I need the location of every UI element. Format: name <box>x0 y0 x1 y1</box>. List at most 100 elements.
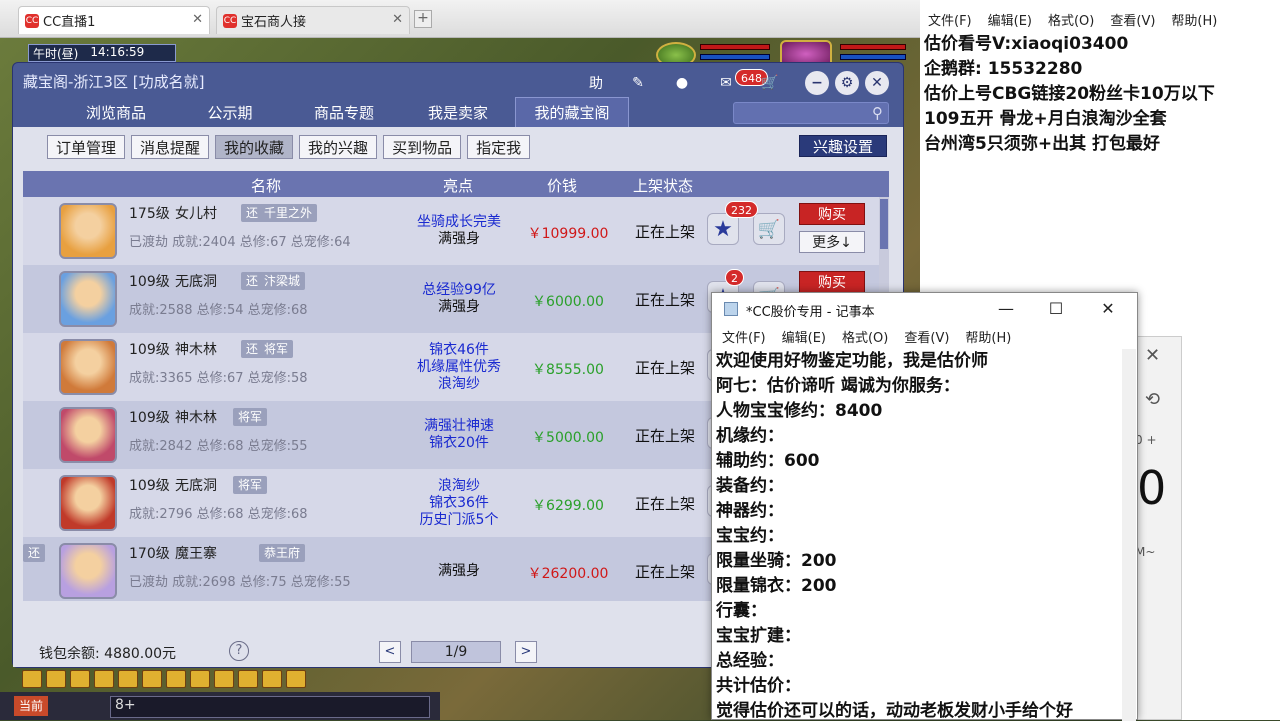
close-icon[interactable]: ✕ <box>1145 345 1160 366</box>
add-to-cart-icon[interactable]: 🛒 <box>753 213 785 245</box>
table-header: 名称 亮点 价钱 上架状态 <box>23 171 889 197</box>
settings-icon[interactable]: ⚙ <box>835 71 859 95</box>
tab-topics[interactable]: 商品专题 <box>287 97 401 127</box>
history-icon[interactable]: ⟲ <box>1145 389 1160 410</box>
memory-label[interactable]: M~ <box>1135 545 1155 559</box>
price: ￥6299.00 <box>532 498 604 514</box>
text-line: 机缘约： <box>716 426 784 446</box>
toolbar-icon[interactable] <box>262 670 282 688</box>
help-icon[interactable]: ? <box>229 641 249 661</box>
menu-edit[interactable]: 编辑(E) <box>782 327 826 346</box>
notepad-text-area[interactable]: 欢迎使用好物鉴定功能，我是估价师 阿七：估价谛听 竭诚为你服务： 人物宝宝修约：84… <box>716 349 1136 721</box>
menu-file[interactable]: 文件(F) <box>928 10 972 29</box>
subtab-orders[interactable]: 订单管理 <box>47 135 126 159</box>
close-button[interactable]: ✕ <box>1088 297 1128 321</box>
menu-view[interactable]: 查看(V) <box>1110 10 1155 29</box>
toolbar-icon[interactable] <box>286 670 306 688</box>
text-line: 台州湾5只须弥+出其 打包最好 <box>924 134 1160 154</box>
prev-page-button[interactable]: < <box>379 641 401 663</box>
character-level: 109级 <box>129 342 170 358</box>
tab-browse[interactable]: 浏览商品 <box>59 97 173 127</box>
search-icon[interactable]: ⚲ <box>872 104 883 122</box>
menu-help[interactable]: 帮助(H) <box>965 327 1011 346</box>
server-tag: 恭王府 <box>259 544 306 562</box>
text-line: 神器约： <box>716 501 784 521</box>
chat-input[interactable]: 8+ <box>110 696 430 718</box>
record-icon[interactable]: ● <box>669 71 695 95</box>
toolbar-icon[interactable] <box>22 670 42 688</box>
toolbar-icon[interactable] <box>142 670 162 688</box>
text-line: 阿七：估价谛听 竭诚为你服务： <box>716 376 960 396</box>
subtab-messages[interactable]: 消息提醒 <box>131 135 210 159</box>
listing-status: 正在上架 <box>634 359 695 377</box>
text-line: 共计估价： <box>716 676 801 696</box>
more-button[interactable]: 更多↓ <box>799 231 865 253</box>
notepad-scrollbar[interactable] <box>1122 349 1136 721</box>
character-avatar[interactable] <box>59 203 117 259</box>
search-input[interactable]: ⚲ <box>733 102 889 124</box>
tab-cc-live[interactable]: CC CC直播1 ✕ <box>18 6 210 34</box>
character-avatar[interactable] <box>59 339 117 395</box>
tab-public[interactable]: 公示期 <box>173 97 287 127</box>
toolbar-icon[interactable] <box>166 670 186 688</box>
character-school: 女儿村 <box>175 206 217 222</box>
menu-view[interactable]: 查看(V) <box>904 327 949 346</box>
toolbar-icon[interactable] <box>46 670 66 688</box>
chat-channel-button[interactable]: 当前 <box>14 696 48 716</box>
toolbar-icon[interactable] <box>214 670 234 688</box>
character-avatar[interactable] <box>59 407 117 463</box>
menu-file[interactable]: 文件(F) <box>722 327 766 346</box>
close-tab-icon[interactable]: ✕ <box>192 12 203 27</box>
menu-help[interactable]: 帮助(H) <box>1171 10 1217 29</box>
pin-icon[interactable]: ✎ <box>625 71 651 95</box>
cart-icon[interactable]: 🛒 <box>757 71 783 95</box>
player-hp-bar <box>840 44 906 50</box>
game-toolbar <box>22 670 306 688</box>
interest-settings-button[interactable]: 兴趣设置 <box>799 135 887 157</box>
notepad-titlebar: *CC股价专用 - 记事本 — ☐ ✕ <box>712 293 1137 325</box>
tab-gem-merchant[interactable]: CC 宝石商人接 ✕ <box>216 6 410 34</box>
text-line: 限量锦衣：200 <box>716 576 837 596</box>
character-school: 魔王寨 <box>175 546 217 562</box>
character-avatar[interactable] <box>59 543 117 599</box>
cc-icon: CC <box>25 13 39 28</box>
menu-format[interactable]: 格式(O) <box>1048 10 1094 29</box>
notepad-window: *CC股价专用 - 记事本 — ☐ ✕ 文件(F) 编辑(E) 格式(O) 查看… <box>711 292 1138 721</box>
tab-seller[interactable]: 我是卖家 <box>401 97 515 127</box>
menu-format[interactable]: 格式(O) <box>842 327 888 346</box>
close-button[interactable]: ✕ <box>865 71 889 95</box>
subtab-bought[interactable]: 买到物品 <box>383 135 462 159</box>
maximize-button[interactable]: ☐ <box>1036 297 1076 321</box>
notepad-text[interactable]: 估价看号V:xiaoqi03400 企鹅群: 15532280 估价上号CBG链… <box>924 32 1215 157</box>
listing-status: 正在上架 <box>634 223 695 241</box>
toolbar-icon[interactable] <box>190 670 210 688</box>
highlight-line: 满强身 <box>438 299 480 315</box>
scroll-thumb[interactable] <box>880 199 888 249</box>
subtab-assigned[interactable]: 指定我 <box>467 135 531 159</box>
minimize-button[interactable]: − <box>805 71 829 95</box>
character-level: 109级 <box>129 410 170 426</box>
subtab-interests[interactable]: 我的兴趣 <box>299 135 378 159</box>
time-label: 午时(昼) <box>33 47 79 61</box>
next-page-button[interactable]: > <box>515 641 537 663</box>
toolbar-icon[interactable] <box>94 670 114 688</box>
toolbar-icon[interactable] <box>70 670 90 688</box>
tab-my-cbg[interactable]: 我的藏宝阁 <box>515 97 629 127</box>
character-avatar[interactable] <box>59 271 117 327</box>
fav-count-badge: 2 <box>725 269 744 286</box>
toolbar-icon[interactable] <box>238 670 258 688</box>
close-tab-icon[interactable]: ✕ <box>392 12 403 27</box>
menu-edit[interactable]: 编辑(E) <box>988 10 1032 29</box>
toolbar-icon[interactable] <box>118 670 138 688</box>
help-button[interactable]: 助 <box>583 71 609 95</box>
tag-badge: 还 <box>23 544 46 562</box>
server-tag: 将军 <box>233 408 268 426</box>
notepad-icon <box>724 302 738 316</box>
subtab-favorites[interactable]: 我的收藏 <box>215 135 294 159</box>
buy-button[interactable]: 购买 <box>799 271 865 293</box>
buy-button[interactable]: 购买 <box>799 203 865 225</box>
minimize-button[interactable]: — <box>986 297 1026 321</box>
character-avatar[interactable] <box>59 475 117 531</box>
table-row[interactable]: 175级 女儿村 还千里之外 已渡劫 成就:2404 总修:67 总宠修:64 … <box>23 197 879 265</box>
new-tab-button[interactable]: + <box>414 10 432 28</box>
